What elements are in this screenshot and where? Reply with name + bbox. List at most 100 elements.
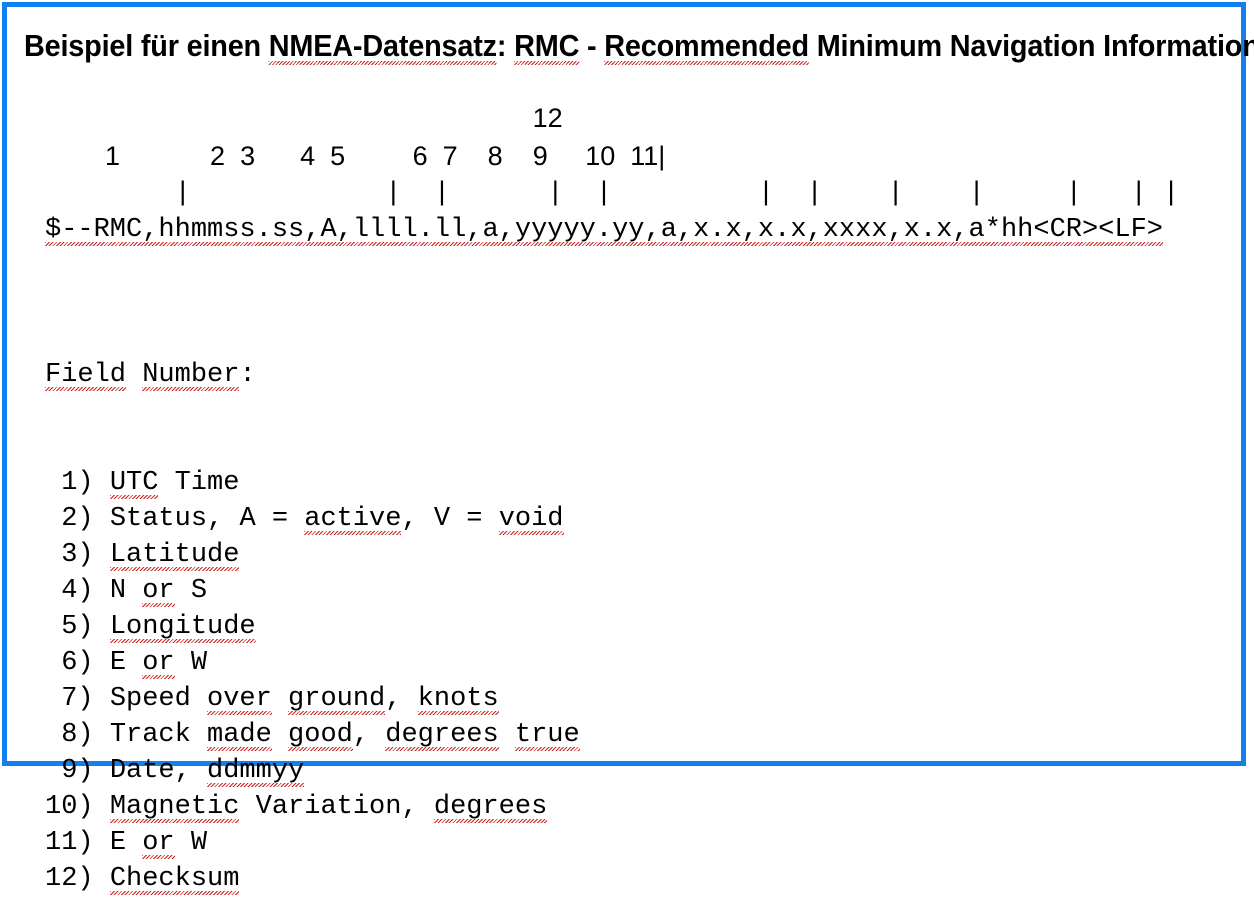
field-list-item-7-misspelled-ground: ground	[288, 684, 386, 715]
field-list-item-2-text: ,	[401, 504, 418, 534]
title-part-plain-4: Minimum Navigation Information	[808, 28, 1254, 63]
field-list-item-7-misspelled-over: over	[207, 684, 272, 715]
nmea-sentence-template: $--RMC,hhmmss.ss,A,llll.ll,a,yyyyy.yy,a,…	[45, 215, 1163, 246]
field-list-item-10-number: 10)	[45, 792, 110, 822]
field-list-item-2-text: ,	[207, 504, 224, 534]
field-list-item-8-number: 8)	[45, 720, 110, 750]
field-list-item-6-misspelled-or: or	[142, 648, 175, 679]
field-list-item-2-text: Status	[109, 504, 208, 534]
field-list-heading-text: :	[239, 360, 256, 390]
field-list-item-10-misspelled-degrees: degrees	[433, 792, 548, 823]
field-list-item-7-text: ,	[385, 684, 402, 714]
field-list-item-4-text	[175, 576, 191, 606]
field-list-heading-text	[126, 360, 142, 390]
field-list-item-2-misspelled-active: active	[304, 504, 402, 535]
field-list-item-2-text	[223, 504, 239, 534]
field-list-item: 9) Date, ddmmyy	[45, 753, 580, 789]
field-list-item-8-text: ,	[352, 720, 370, 750]
field-list-item-2-number: 2)	[45, 504, 110, 534]
field-list-item: 1) UTC Time	[45, 465, 580, 501]
field-list-item-4-text	[126, 576, 142, 606]
field-list-item-5-number: 5)	[45, 612, 110, 642]
field-list-item-8-misspelled-good: good	[288, 720, 353, 751]
field-list-item-8-text	[191, 720, 207, 750]
title-misspelled-rmc: RMC	[514, 28, 580, 65]
field-list-item-2-text	[418, 504, 434, 534]
field-list-item-4-misspelled-or: or	[142, 576, 175, 607]
field-list-item-11-misspelled-or: or	[142, 828, 175, 859]
field-list-item-3-number: 3)	[45, 540, 110, 570]
field-list-item-1-text: Time	[174, 468, 240, 498]
field-list-item-10-text	[418, 792, 434, 822]
field-list-heading-misspelled-field: Field	[45, 360, 127, 391]
title-part-plain-2: :	[496, 28, 515, 63]
field-list-item: 10) Magnetic Variation, degrees	[45, 789, 580, 825]
field-list-item-2-text	[288, 504, 304, 534]
field-list-item: 6) E or W	[45, 645, 580, 681]
field-list-heading: Field Number:	[45, 357, 580, 393]
field-list-item-6-text	[175, 648, 191, 678]
field-list-item-3-misspelled-latitude: Latitude	[109, 540, 240, 571]
field-list-item-6-text	[126, 648, 142, 678]
field-list-item-10-text	[239, 792, 255, 822]
field-list-item-12-number: 12)	[45, 864, 110, 894]
field-list-item-7-number: 7)	[45, 684, 110, 714]
field-list-item-12-misspelled-checksum: Checksum	[109, 864, 240, 895]
field-list-item-8-misspelled-made: made	[207, 720, 272, 751]
field-list-item-9-number: 9)	[45, 756, 110, 786]
field-list-heading-misspelled-number: Number	[142, 360, 240, 391]
field-list-item-2-text: A	[239, 504, 256, 534]
title-part-plain-3: -	[579, 28, 605, 63]
field-number-row-upper: 12	[45, 103, 563, 133]
field-list-item-10-misspelled-magnetic: Magnetic	[109, 792, 240, 823]
field-list-item-10-text: Variation	[255, 792, 402, 822]
field-list-item-7-text	[191, 684, 207, 714]
field-list-item-9-text: Date	[109, 756, 175, 786]
field-list-item-7-text	[401, 684, 417, 714]
field-list-item-8-text	[272, 720, 288, 750]
title-misspelled-nmea-datensatz: NMEA-Datensatz	[268, 28, 497, 65]
field-list-item: 4) N or S	[45, 573, 580, 609]
nmea-sentence-text: $--RMC,hhmmss.ss,A,llll.ll,a,yyyyy.yy,a,…	[45, 215, 1163, 246]
field-list-item-2-text: =	[271, 504, 289, 534]
field-list-item-8-text	[369, 720, 385, 750]
field-list-item-1-text	[158, 468, 174, 498]
field-list-item-6-number: 6)	[45, 648, 110, 678]
field-list-item-11-text: W	[190, 828, 208, 858]
title-part-plain-1: Beispiel für einen	[24, 28, 269, 63]
field-list-item-2-misspelled-void: void	[498, 504, 564, 535]
field-number-row: 1 2 3 4 5 6 7 8 9 10 11|	[45, 141, 666, 171]
page-title: Beispiel für einen NMEA-Datensatz: RMC -…	[24, 28, 1254, 65]
field-list-item-1-number: 1)	[45, 468, 110, 498]
field-list-item-2-text	[482, 504, 498, 534]
field-list-item-4-text: N	[109, 576, 127, 606]
field-list-item-5-misspelled-longitude: Longitude	[109, 612, 256, 643]
field-list-item: 7) Speed over ground, knots	[45, 681, 580, 717]
field-list-item: 12) Checksum	[45, 861, 580, 897]
field-list-item-11-text	[175, 828, 191, 858]
field-list-item: 5) Longitude	[45, 609, 580, 645]
field-list-item: 11) E or W	[45, 825, 580, 861]
field-list-item-10-text: ,	[401, 792, 418, 822]
field-list-item-9-text	[191, 756, 207, 786]
field-list-item: 3) Latitude	[45, 537, 580, 573]
field-list-item-7-text	[272, 684, 288, 714]
field-list-item: 8) Track made good, degrees true	[45, 717, 580, 753]
slide-page: Beispiel für einen NMEA-Datensatz: RMC -…	[0, 0, 1254, 895]
field-list-item-1-misspelled-utc: UTC	[109, 468, 159, 499]
field-list-item-11-number: 11)	[45, 828, 110, 858]
field-list-item-7-misspelled-knots: knots	[417, 684, 499, 715]
field-list-item-9-text: ,	[174, 756, 191, 786]
field-list-item-2-text	[256, 504, 272, 534]
blue-border-frame: Beispiel für einen NMEA-Datensatz: RMC -…	[2, 2, 1254, 895]
field-list-item-11-text	[126, 828, 142, 858]
field-list-item-4-number: 4)	[45, 576, 110, 606]
field-list-item-2-text: V	[433, 504, 451, 534]
field-list-item-8-text: Track	[109, 720, 191, 750]
field-number-list: Field Number: 1) UTC Time 2) Status, A =…	[45, 285, 580, 897]
field-list-item-8-text	[499, 720, 515, 750]
field-list-item: 2) Status, A = active, V = void	[45, 501, 580, 537]
field-tick-marker-row: | | | | | | | | | | | |	[45, 179, 1180, 209]
field-list-item-7-text: Speed	[109, 684, 191, 714]
field-list-item-4-text: S	[190, 576, 208, 606]
